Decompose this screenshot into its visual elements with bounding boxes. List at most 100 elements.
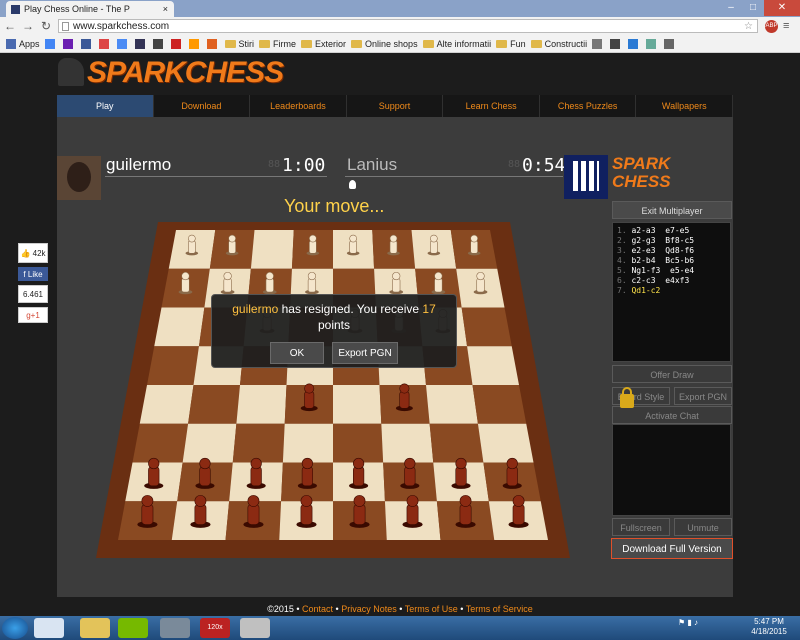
gplus-button[interactable]: g+1 [18, 307, 48, 323]
privacy-link[interactable]: Privacy Notes [341, 604, 397, 614]
bookmark-item[interactable]: Stiri [224, 39, 255, 49]
url-input[interactable]: www.sparkchess.com ☆ [58, 19, 758, 33]
taskbar-m-icon[interactable] [160, 618, 190, 638]
offer-draw-button[interactable]: Offer Draw [612, 365, 732, 383]
bookmark-item[interactable] [116, 39, 130, 49]
board-square[interactable] [381, 423, 434, 463]
board-square[interactable] [232, 423, 285, 463]
board-square[interactable] [188, 385, 240, 424]
activate-chat-button[interactable]: Activate Chat [612, 406, 732, 424]
board-square[interactable] [250, 230, 294, 269]
bookmark-item[interactable] [44, 39, 58, 49]
taskbar-app-icon[interactable]: 120x [200, 618, 230, 638]
taskbar-nvidia-icon[interactable] [118, 618, 148, 638]
lock-icon [620, 387, 634, 408]
forward-icon[interactable]: → [21, 19, 35, 33]
dialog-export-pgn-button[interactable]: Export PGN [332, 342, 398, 364]
board-square[interactable] [477, 423, 534, 463]
bookmark-item[interactable] [134, 39, 148, 49]
folder-icon [530, 40, 542, 48]
move-row: 5. Ng1-f3 e5-e4 [617, 266, 695, 275]
bookmark-item[interactable] [98, 39, 112, 49]
bookmark-item[interactable]: Alte informatii [422, 39, 491, 49]
board-square[interactable] [282, 423, 333, 463]
doc-icon [592, 39, 603, 49]
sparkchess-side-logo: SPARK CHESS [612, 154, 671, 191]
bookmark-item[interactable] [206, 39, 220, 49]
terms-use-link[interactable]: Terms of Use [405, 604, 458, 614]
taskbar-clock[interactable]: 5:47 PM 4/18/2015 [740, 617, 798, 637]
facebook-icon [80, 39, 91, 49]
export-pgn-button[interactable]: Export PGN [674, 387, 732, 405]
start-button[interactable] [2, 617, 28, 639]
taskbar-globe-icon[interactable] [240, 618, 270, 638]
bookmark-item[interactable]: Exterior [301, 39, 346, 49]
board-square[interactable] [236, 385, 287, 424]
board-square[interactable] [461, 307, 512, 347]
bookmark-item[interactable] [592, 39, 605, 49]
fullscreen-button[interactable]: Fullscreen [612, 518, 670, 536]
minimize-icon[interactable]: – [720, 0, 742, 16]
bookmark-item[interactable] [152, 39, 166, 49]
dialog-ok-button[interactable]: OK [270, 342, 324, 364]
board-square[interactable] [426, 385, 478, 424]
exit-multiplayer-button[interactable]: Exit Multiplayer [612, 201, 732, 219]
bookmark-item[interactable] [628, 39, 641, 49]
board-square[interactable] [472, 385, 527, 424]
chess-board[interactable] [96, 210, 570, 560]
bookmark-item[interactable]: Online shops [351, 39, 418, 49]
bookmark-item[interactable] [664, 39, 677, 49]
close-window-icon[interactable]: ✕ [764, 0, 800, 16]
reload-icon[interactable]: ↻ [39, 19, 53, 33]
bookmark-item[interactable] [610, 39, 623, 49]
tab-close-icon[interactable]: × [163, 4, 168, 14]
tag-icon [206, 39, 217, 49]
bookmark-item[interactable] [170, 39, 184, 49]
nav-item-download[interactable]: Download [154, 95, 251, 117]
board-square[interactable] [333, 423, 384, 463]
bookmark-item[interactable]: Constructii [530, 39, 587, 49]
maximize-icon[interactable]: □ [742, 0, 764, 16]
terms-service-link[interactable]: Terms of Service [466, 604, 533, 614]
bookmark-item[interactable] [646, 39, 659, 49]
browser-tab[interactable]: Play Chess Online - The P × [6, 1, 174, 17]
adblock-icon[interactable]: ABP [765, 20, 778, 33]
board-square[interactable] [147, 346, 199, 385]
nav-item-leaderboards[interactable]: Leaderboards [250, 95, 347, 117]
board-square[interactable] [154, 307, 205, 347]
bookmark-item[interactable]: Firme [259, 39, 296, 49]
bookmark-item[interactable] [188, 39, 202, 49]
bookmark-star-icon[interactable]: ☆ [744, 20, 753, 34]
back-icon[interactable]: ← [3, 19, 17, 33]
nav-item-play[interactable]: Play [57, 95, 154, 117]
bookmark-item[interactable] [80, 39, 94, 49]
menu-icon[interactable]: ≡ [783, 20, 789, 32]
unmute-button[interactable]: Unmute [674, 518, 732, 536]
facebook-like-button[interactable]: f Like [18, 267, 48, 281]
board-square[interactable] [182, 423, 237, 463]
board-square[interactable] [467, 346, 519, 385]
nav-item-chess-puzzles[interactable]: Chess Puzzles [540, 95, 637, 117]
bookmark-item[interactable] [62, 39, 76, 49]
nav-item-learn-chess[interactable]: Learn Chess [443, 95, 540, 117]
board-square[interactable] [139, 385, 194, 424]
download-full-version-button[interactable]: Download Full Version [611, 538, 733, 559]
folder-icon [351, 40, 363, 48]
contact-link[interactable]: Contact [302, 604, 333, 614]
folder-icon [224, 40, 236, 48]
nav-item-wallpapers[interactable]: Wallpapers [636, 95, 734, 117]
player1-clock: 88 1:00 [268, 155, 326, 176]
move-row: 7. Qd1-c2 [617, 286, 661, 295]
sparkchess-logo[interactable]: SPARKCHESS [58, 56, 284, 90]
taskbar-explorer-icon[interactable] [80, 618, 110, 638]
bookmark-item[interactable]: Fun [496, 39, 526, 49]
bookmark-label: Stiri [238, 39, 255, 49]
move-list[interactable]: 1. a2-a3 e7-e5 2. g2-g3 Bf8-c5 3. e2-e3 Qd… [612, 222, 731, 362]
board-square[interactable] [132, 423, 189, 463]
nav-item-support[interactable]: Support [347, 95, 444, 117]
board-square[interactable] [429, 423, 484, 463]
board-square[interactable] [333, 385, 382, 424]
likes-count: 👍 42k [18, 243, 48, 263]
bookmark-item[interactable]: Apps [6, 39, 40, 49]
taskbar-ie-icon[interactable] [34, 618, 64, 638]
